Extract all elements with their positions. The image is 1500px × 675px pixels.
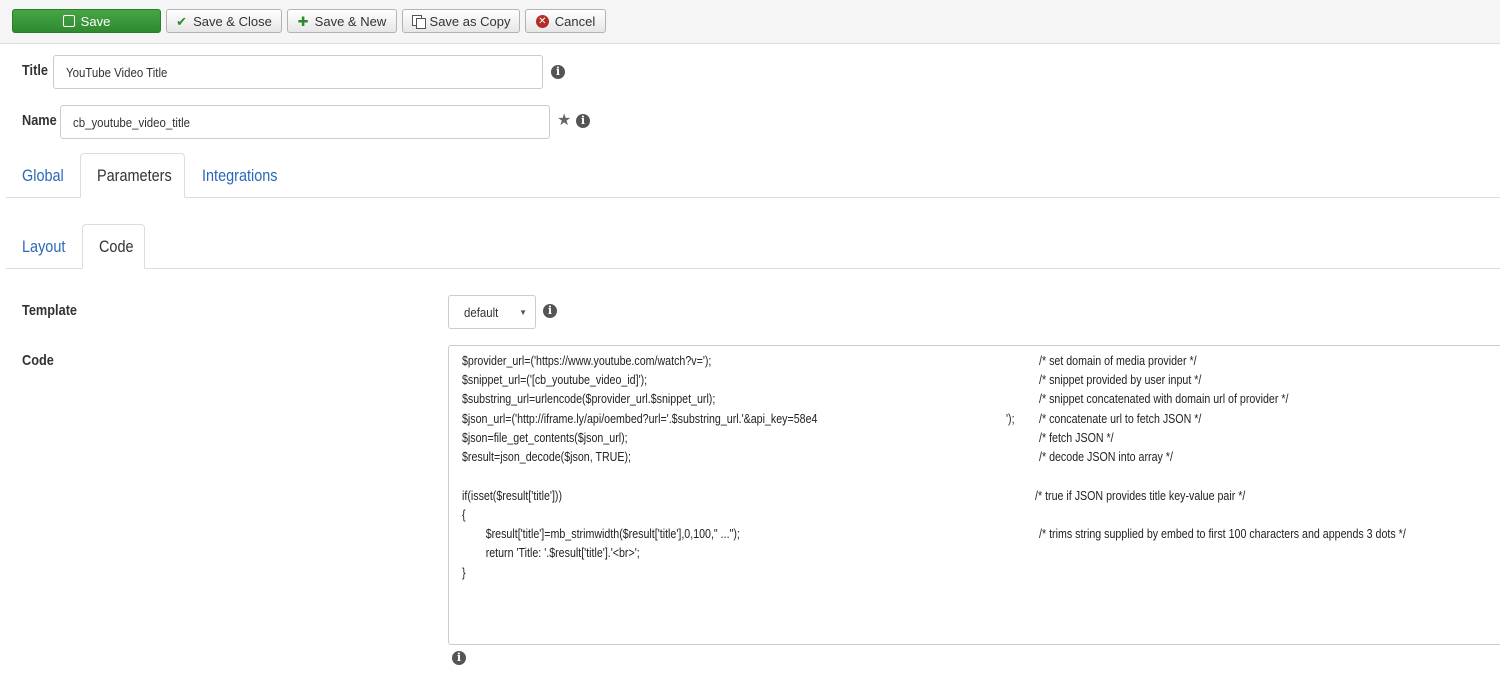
code-line: $substring_url=urlencode($provider_url.$… [462,391,716,406]
template-select[interactable]: default ▼ [448,295,536,329]
code-line: if(isset($result['title'])) [462,488,563,503]
toolbar: Save ✔ Save & Close ✚ Save & New Save as… [0,0,1500,44]
save-close-label: Save & Close [193,13,272,29]
code-comment: /* set domain of media provider */ [1039,353,1197,368]
name-label: Name [22,112,57,129]
code-line: return 'Title: '.$result['title'].'<br>'… [462,545,640,560]
sub-tabs: Layout Code [6,224,1500,269]
tab-code[interactable]: Code [82,224,145,269]
tab-parameters[interactable]: Parameters [80,153,185,198]
code-line: $json_url=('http://iframe.ly/api/oembed?… [462,411,818,426]
name-value: cb_youtube_video_title [73,114,191,130]
code-line: { [462,507,466,522]
tab-integrations[interactable]: Integrations [186,153,307,198]
code-label: Code [22,352,54,369]
plus-icon: ✚ [297,13,309,29]
main-tabs: Global Parameters Integrations [6,153,1500,198]
code-comment: /* snippet provided by user input */ [1039,372,1202,387]
info-icon[interactable]: i [551,65,565,79]
save-button[interactable]: Save [12,9,161,33]
code-comment: /* true if JSON provides title key-value… [1035,488,1246,503]
save-new-label: Save & New [314,13,387,29]
save-copy-label: Save as Copy [429,13,511,29]
code-line: $result['title']=mb_strimwidth($result['… [462,526,740,541]
code-comment: /* snippet concatenated with domain url … [1039,391,1289,406]
save-close-button[interactable]: ✔ Save & Close [166,9,282,33]
star-icon[interactable]: ★ [557,113,571,129]
cancel-button[interactable]: ✕ Cancel [525,9,606,33]
code-line: $json=file_get_contents($json_url); [462,430,628,445]
info-icon[interactable]: i [576,114,590,128]
info-icon[interactable]: i [543,304,557,318]
redacted-key [886,410,1006,428]
title-label: Title [22,62,48,79]
tab-global[interactable]: Global [6,153,87,198]
title-input[interactable]: YouTube Video Title [53,55,543,89]
template-selected: default [464,304,499,320]
save-copy-button[interactable]: Save as Copy [402,9,520,33]
check-icon: ✔ [176,13,188,29]
code-editor[interactable]: $provider_url=('https://www.youtube.com/… [448,345,1500,645]
code-line-tail: '); [1006,411,1015,426]
code-line: } [462,565,466,580]
code-comment: /* trims string supplied by embed to fir… [1039,526,1406,541]
save-new-button[interactable]: ✚ Save & New [287,9,397,33]
code-comment: /* concatenate url to fetch JSON */ [1039,411,1202,426]
name-input[interactable]: cb_youtube_video_title [60,105,550,139]
edit-icon [62,15,75,27]
code-line: $provider_url=('https://www.youtube.com/… [462,353,712,368]
tab-layout[interactable]: Layout [6,224,89,269]
chevron-down-icon: ▼ [519,308,527,317]
copy-icon [411,15,426,29]
code-comment: /* decode JSON into array */ [1039,449,1173,464]
title-value: YouTube Video Title [66,64,168,80]
cancel-icon: ✕ [535,14,549,28]
save-label: Save [80,13,111,29]
code-line: $result=json_decode($json, TRUE); [462,449,631,464]
code-comment: /* fetch JSON */ [1039,430,1114,445]
cancel-label: Cancel [554,13,596,29]
template-label: Template [22,302,78,319]
info-icon[interactable]: i [452,651,466,665]
code-line: $snippet_url=('[cb_youtube_video_id]'); [462,372,648,387]
